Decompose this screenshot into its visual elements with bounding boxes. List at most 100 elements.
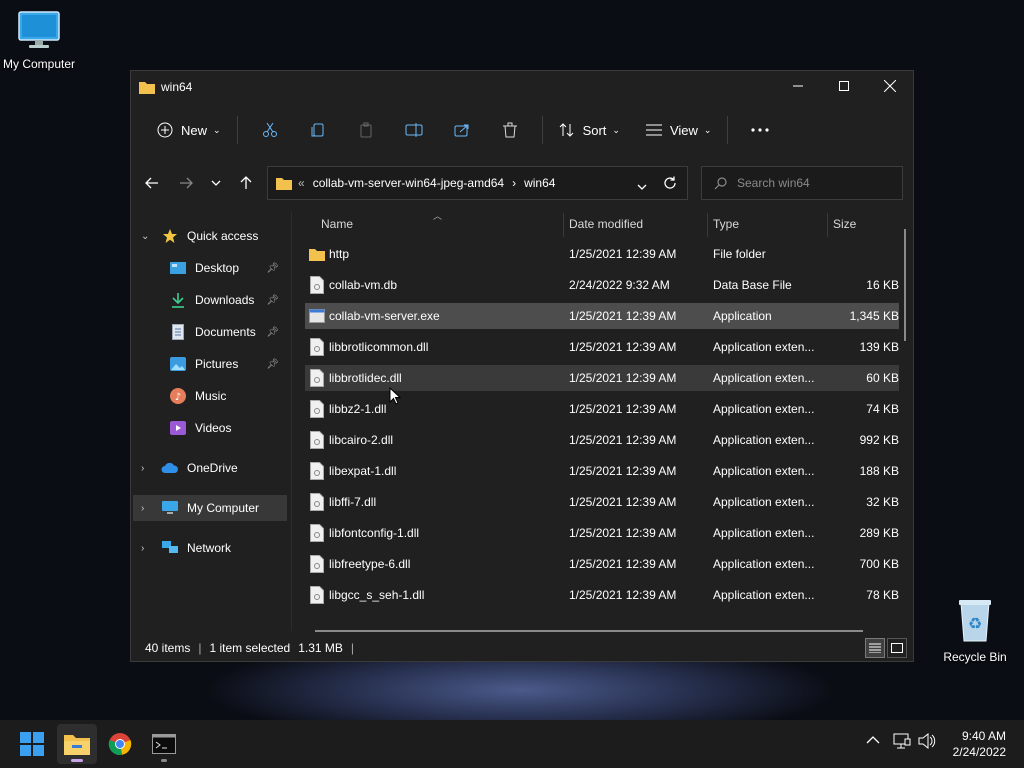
pane-splitter[interactable] [291, 211, 292, 631]
video-icon [169, 419, 187, 437]
cut-button[interactable] [246, 113, 294, 147]
view-button[interactable]: View ⌄ [638, 113, 720, 147]
close-button[interactable] [867, 71, 913, 101]
file-date: 1/25/2021 12:39 AM [569, 588, 677, 602]
network-status-button[interactable] [893, 733, 911, 752]
up-button[interactable] [233, 171, 259, 195]
rename-button[interactable] [390, 113, 438, 147]
maximize-button[interactable] [821, 71, 867, 101]
recent-locations-button[interactable] [203, 171, 229, 195]
sidebar-item-network[interactable]: › Network [133, 535, 287, 561]
sidebar-item-label: Pictures [195, 357, 239, 371]
recycle-bin-icon: ♻ [959, 600, 991, 642]
selection-size: 1.31 MB [298, 641, 343, 655]
desktop-icon-my-computer[interactable]: My Computer [0, 10, 78, 71]
search-icon [714, 176, 727, 189]
file-row[interactable]: libcairo-2.dll 1/25/2021 12:39 AM Applicat… [305, 427, 899, 453]
delete-button[interactable] [486, 113, 534, 147]
windows-logo-icon [20, 732, 44, 756]
new-button[interactable]: New ⌄ [149, 113, 229, 147]
breadcrumb-item[interactable]: win64 [524, 176, 555, 190]
sidebar-item-onedrive[interactable]: › OneDrive [133, 455, 287, 481]
network-wired-icon [893, 733, 911, 749]
breadcrumb-item[interactable]: collab-vm-server-win64-jpeg-amd64 [313, 176, 504, 190]
taskbar-terminal[interactable] [144, 724, 184, 764]
file-name: libbrotlicommon.dll [329, 340, 429, 354]
sidebar-item-videos[interactable]: Videos [133, 415, 287, 441]
details-view-button[interactable] [865, 638, 885, 658]
sidebar-item-documents[interactable]: Documents 📌︎ [133, 319, 287, 345]
tiles-view-button[interactable] [887, 638, 907, 658]
file-type: Application exten... [713, 495, 815, 509]
refresh-button[interactable] [663, 176, 677, 193]
clock-time: 9:40 AM [961, 729, 1006, 743]
copy-button[interactable] [294, 113, 342, 147]
chevron-down-icon[interactable]: ⌄ [141, 231, 149, 242]
chevron-right-icon[interactable]: › [141, 503, 144, 514]
chevron-right-icon[interactable]: › [141, 463, 144, 474]
file-type: Application exten... [713, 433, 815, 447]
search-box[interactable] [701, 166, 903, 200]
mouse-cursor-icon [389, 387, 401, 405]
column-header-name[interactable]: Name [321, 217, 353, 231]
status-bar: 40 items | 1 item selected 1.31 MB | [131, 635, 913, 661]
volume-button[interactable] [918, 732, 936, 752]
sidebar-item-my-computer[interactable]: › My Computer [133, 495, 287, 521]
column-divider[interactable] [707, 213, 708, 237]
sidebar-item-downloads[interactable]: Downloads 📌︎ [133, 287, 287, 313]
file-icon [310, 493, 324, 511]
share-button[interactable] [438, 113, 486, 147]
item-count: 40 items [145, 641, 191, 655]
file-row[interactable]: libffi-7.dll 1/25/2021 12:39 AM Applicatio… [305, 489, 899, 515]
forward-button[interactable] [173, 171, 199, 195]
sort-button[interactable]: Sort ⌄ [551, 113, 628, 147]
system-clock[interactable]: 9:40 AM 2/24/2022 [953, 728, 1006, 760]
sidebar-item-pictures[interactable]: Pictures 📌︎ [133, 351, 287, 377]
taskbar-file-explorer[interactable] [57, 724, 97, 764]
address-dropdown-button[interactable] [637, 179, 647, 193]
file-name: http [329, 247, 350, 261]
sidebar-item-quick-access[interactable]: ⌄ Quick access [133, 223, 287, 249]
file-name: libexpat-1.dll [329, 464, 397, 478]
desktop-icon-recycle-bin[interactable]: ♻ Recycle Bin [940, 597, 1010, 664]
address-bar[interactable]: « collab-vm-server-win64-jpeg-amd64 › wi… [267, 166, 688, 200]
document-icon [169, 323, 187, 341]
clipboard-icon [360, 122, 372, 138]
back-button[interactable] [139, 171, 165, 195]
file-row[interactable]: http 1/25/2021 12:39 AM File folder [305, 241, 899, 267]
toolbar-divider [236, 116, 238, 144]
more-options-button[interactable] [736, 113, 784, 147]
column-header-type[interactable]: Type [713, 217, 739, 231]
desktop-icon-label: My Computer [2, 57, 76, 71]
column-divider[interactable] [563, 213, 564, 237]
sidebar-item-desktop[interactable]: Desktop 📌︎ [133, 255, 287, 281]
file-row[interactable]: libfontconfig-1.dll 1/25/2021 12:39 AM App… [305, 520, 899, 546]
file-explorer-window: win64 New ⌄ Sort ⌄ View ⌄ « collab-vm-se… [130, 70, 914, 662]
column-header-date[interactable]: Date modified [569, 217, 643, 231]
file-row[interactable]: libgcc_s_seh-1.dll 1/25/2021 12:39 AM Appl… [305, 582, 899, 608]
file-row[interactable]: libexpat-1.dll 1/25/2021 12:39 AM Applicat… [305, 458, 899, 484]
file-row[interactable]: collab-vm.db 2/24/2022 9:32 AM Data Base F… [305, 272, 899, 298]
show-hidden-icons-button[interactable] [866, 734, 880, 748]
file-row[interactable]: collab-vm-server.exe 1/25/2021 12:39 AM Ap… [305, 303, 899, 329]
search-input[interactable] [737, 176, 887, 190]
column-divider[interactable] [827, 213, 828, 237]
horizontal-scrollbar[interactable] [315, 630, 863, 632]
start-button[interactable] [12, 724, 52, 764]
column-header-size[interactable]: Size [833, 217, 856, 231]
file-name: collab-vm.db [329, 278, 398, 292]
vertical-scrollbar[interactable] [904, 229, 906, 341]
folder-icon [64, 735, 90, 755]
minimize-button[interactable] [775, 71, 821, 101]
sidebar-item-label: Music [195, 389, 227, 403]
scissors-icon [262, 122, 277, 137]
file-row[interactable]: libbrotlicommon.dll 1/25/2021 12:39 AM App… [305, 334, 899, 360]
arrow-right-icon [180, 177, 193, 189]
file-name: libfreetype-6.dll [329, 557, 411, 571]
address-overflow[interactable]: « [298, 176, 305, 190]
paste-button[interactable] [342, 113, 390, 147]
sidebar-item-music[interactable]: ♪ Music [133, 383, 287, 409]
chevron-right-icon[interactable]: › [141, 543, 144, 554]
file-row[interactable]: libfreetype-6.dll 1/25/2021 12:39 AM Appli… [305, 551, 899, 577]
taskbar-chrome[interactable] [100, 724, 140, 764]
